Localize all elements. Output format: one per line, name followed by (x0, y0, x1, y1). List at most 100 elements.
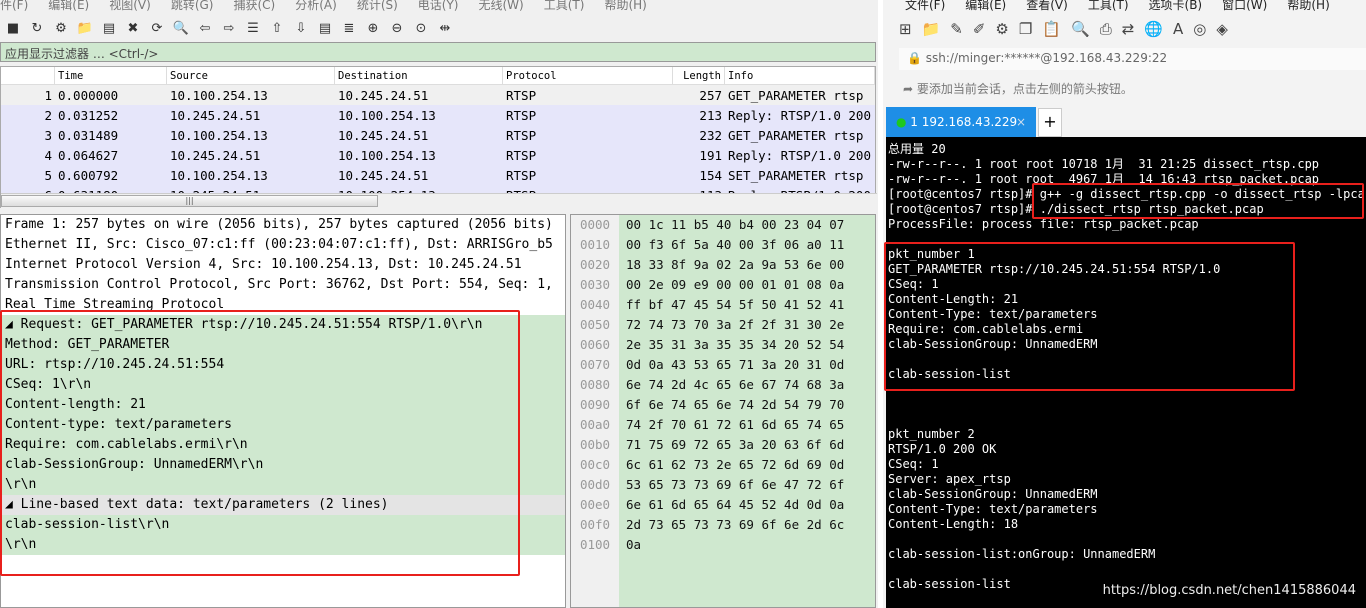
address-bar[interactable]: 🔒 ssh://minger:******@192.168.43.229:22 (899, 48, 1366, 70)
column-header[interactable]: Protocol (503, 67, 673, 84)
hex-bytes[interactable]: 6f 6e 74 65 6e 74 2d 54 79 70 (619, 397, 844, 412)
hex-bytes[interactable]: 74 2f 70 61 72 61 6d 65 74 65 (619, 417, 844, 432)
packet-row[interactable]: 1 0.000000 10.100.254.13 10.245.24.51 RTSP 25… (1, 85, 875, 105)
globe-icon[interactable]: 🌐 (1144, 20, 1163, 38)
menu-item[interactable]: 编辑(E) (965, 0, 1006, 12)
zoom-reset-icon[interactable]: ⊙ (412, 19, 430, 37)
hex-bytes[interactable]: 53 65 73 73 69 6f 6e 47 72 6f (619, 477, 844, 492)
close-file-icon[interactable]: ✖ (124, 19, 142, 37)
disconnect-icon[interactable]: ✐ (973, 20, 986, 38)
hex-bytes[interactable]: 72 74 73 70 3a 2f 2f 31 30 2e (619, 317, 844, 332)
print-icon[interactable]: ⎙ (1100, 20, 1112, 38)
xftp-icon[interactable]: ◎ (1193, 20, 1206, 38)
menu-item[interactable]: 工具(T) (544, 0, 585, 12)
stop-icon[interactable]: ■ (4, 19, 22, 37)
menu-item[interactable]: 件(F) (0, 0, 28, 12)
menu-item[interactable]: 窗口(W) (1222, 0, 1267, 12)
hex-offset: 0000 (579, 217, 611, 232)
hex-bytes[interactable]: 6e 61 6d 65 64 45 52 4d 0d 0a (619, 497, 844, 512)
packet-cell: 10.100.254.13 (170, 167, 268, 183)
hex-bytes[interactable]: 6e 74 2d 4c 65 6e 67 74 68 3a (619, 377, 844, 392)
tab-bar: ● 1 192.168.43.229 × + (886, 107, 1366, 137)
transfer-icon[interactable]: ⇄ (1122, 20, 1135, 38)
new-tab-button[interactable]: + (1038, 108, 1062, 137)
tree-item[interactable]: Ethernet II, Src: Cisco_07:c1:ff (00:23:… (1, 235, 565, 255)
goto-icon[interactable]: ☰ (244, 19, 262, 37)
menu-item[interactable]: 工具(T) (1088, 0, 1129, 12)
hex-bytes[interactable]: 71 75 69 72 65 3a 20 63 6f 6d (619, 437, 844, 452)
hex-bytes[interactable]: 6c 61 62 73 2e 65 72 6d 69 0d (619, 457, 844, 472)
column-header[interactable]: Time (55, 67, 167, 84)
column-header[interactable] (1, 67, 55, 84)
paste-icon[interactable]: 📋 (1042, 20, 1061, 38)
back-icon[interactable]: ⇦ (196, 19, 214, 37)
hex-bytes[interactable]: ff bf 47 45 54 5f 50 41 52 41 (619, 297, 844, 312)
hex-offset: 00d0 (579, 477, 611, 492)
packet-row[interactable]: 5 0.600792 10.100.254.13 10.245.24.51 RTSP 15… (1, 165, 875, 185)
find-icon[interactable]: 🔍 (1071, 20, 1090, 38)
xmanager-icon[interactable]: ◈ (1216, 20, 1228, 38)
menu-item[interactable]: 无线(W) (479, 0, 524, 12)
arrow-icon[interactable]: ➦ (903, 82, 917, 96)
hex-bytes[interactable]: 2e 35 31 3a 35 35 34 20 52 54 (619, 337, 844, 352)
column-header[interactable]: Destination (335, 67, 503, 84)
tree-item[interactable]: Internet Protocol Version 4, Src: 10.100… (1, 255, 565, 275)
hex-bytes[interactable]: 00 f3 6f 5a 40 00 3f 06 a0 11 (619, 237, 844, 252)
menu-item[interactable]: 跳转(G) (171, 0, 214, 12)
open-icon[interactable]: 📁 (922, 20, 941, 38)
menu-item[interactable]: 选项卡(B) (1149, 0, 1203, 12)
restart-icon[interactable]: ↻ (28, 19, 46, 37)
hex-bytes[interactable]: 0d 0a 43 53 65 71 3a 20 31 0d (619, 357, 844, 372)
column-header[interactable]: Length (673, 67, 725, 84)
packet-row[interactable]: 4 0.064627 10.245.24.51 10.100.254.13 RTSP 19… (1, 145, 875, 165)
properties-icon[interactable]: ⚙ (995, 20, 1008, 38)
font-icon[interactable]: A (1173, 20, 1183, 38)
resize-columns-icon[interactable]: ⇹ (436, 19, 454, 37)
hex-bytes[interactable]: 18 33 8f 9a 02 2a 9a 53 6e 00 (619, 257, 844, 272)
hex-bytes[interactable]: 00 1c 11 b5 40 b4 00 23 04 07 (619, 217, 844, 232)
menu-item[interactable]: 编辑(E) (48, 0, 89, 12)
file-icon[interactable]: ▤ (100, 19, 118, 37)
menu-item[interactable]: 查看(V) (1026, 0, 1068, 12)
copy-icon[interactable]: ❐ (1019, 20, 1032, 38)
first-icon[interactable]: ⇧ (268, 19, 286, 37)
hex-bytes[interactable]: 00 2e 09 e9 00 00 01 01 08 0a (619, 277, 844, 292)
column-header[interactable]: Info (725, 67, 875, 84)
column-header[interactable]: Source (167, 67, 335, 84)
horizontal-scrollbar[interactable]: ||| (1, 193, 877, 208)
packet-row[interactable]: 2 0.031252 10.245.24.51 10.100.254.13 RTSP 21… (1, 105, 875, 125)
display-filter-input[interactable]: 应用显示过滤器 … <Ctrl-/> (0, 42, 876, 62)
last-icon[interactable]: ⇩ (292, 19, 310, 37)
menu-item[interactable]: 文件(F) (905, 0, 945, 12)
connect-icon[interactable]: ✎ (950, 20, 963, 38)
options-icon[interactable]: ⚙ (52, 19, 70, 37)
close-tab-icon[interactable]: × (1016, 115, 1026, 129)
session-tab[interactable]: ● 1 192.168.43.229 × (886, 107, 1036, 137)
reload-icon[interactable]: ⟳ (148, 19, 166, 37)
tree-item[interactable]: Transmission Control Protocol, Src Port:… (1, 275, 565, 295)
hex-bytes[interactable]: 2d 73 65 73 73 69 6f 6e 2d 6c (619, 517, 844, 532)
packet-cell: GET_PARAMETER rtsp (728, 127, 864, 143)
zoom-in-icon[interactable]: ⊕ (364, 19, 382, 37)
hex-row: 0090 6f 6e 74 65 6e 74 2d 54 79 70 (571, 395, 875, 415)
open-icon[interactable]: 📁 (76, 19, 94, 37)
new-session-icon[interactable]: ⊞ (899, 20, 912, 38)
menu-item[interactable]: 分析(A) (295, 0, 337, 12)
zoom-out-icon[interactable]: ⊖ (388, 19, 406, 37)
menu-item[interactable]: 帮助(H) (1287, 0, 1329, 12)
packet-row[interactable]: 3 0.031489 10.100.254.13 10.245.24.51 RTSP 23… (1, 125, 875, 145)
autoscroll-icon[interactable]: ▤ (316, 19, 334, 37)
menu-item[interactable]: 帮助(H) (604, 0, 646, 12)
forward-icon[interactable]: ⇨ (220, 19, 238, 37)
hex-bytes[interactable]: 0a (619, 537, 641, 552)
colorize-icon[interactable]: ≣ (340, 19, 358, 37)
menu-item[interactable]: 统计(S) (357, 0, 398, 12)
scrollbar-thumb[interactable]: ||| (1, 195, 378, 207)
find-icon[interactable]: 🔍 (172, 19, 190, 37)
tree-item[interactable]: Frame 1: 257 bytes on wire (2056 bits), … (1, 215, 565, 235)
menu-item[interactable]: 电话(Y) (418, 0, 459, 12)
menu-item[interactable]: 捕获(C) (233, 0, 275, 12)
xshell-menubar: 文件(F) 编辑(E) 查看(V) 工具(T) 选项卡(B) 窗口(W) 帮助(H) (905, 0, 1350, 13)
menu-item[interactable]: 视图(V) (109, 0, 151, 12)
